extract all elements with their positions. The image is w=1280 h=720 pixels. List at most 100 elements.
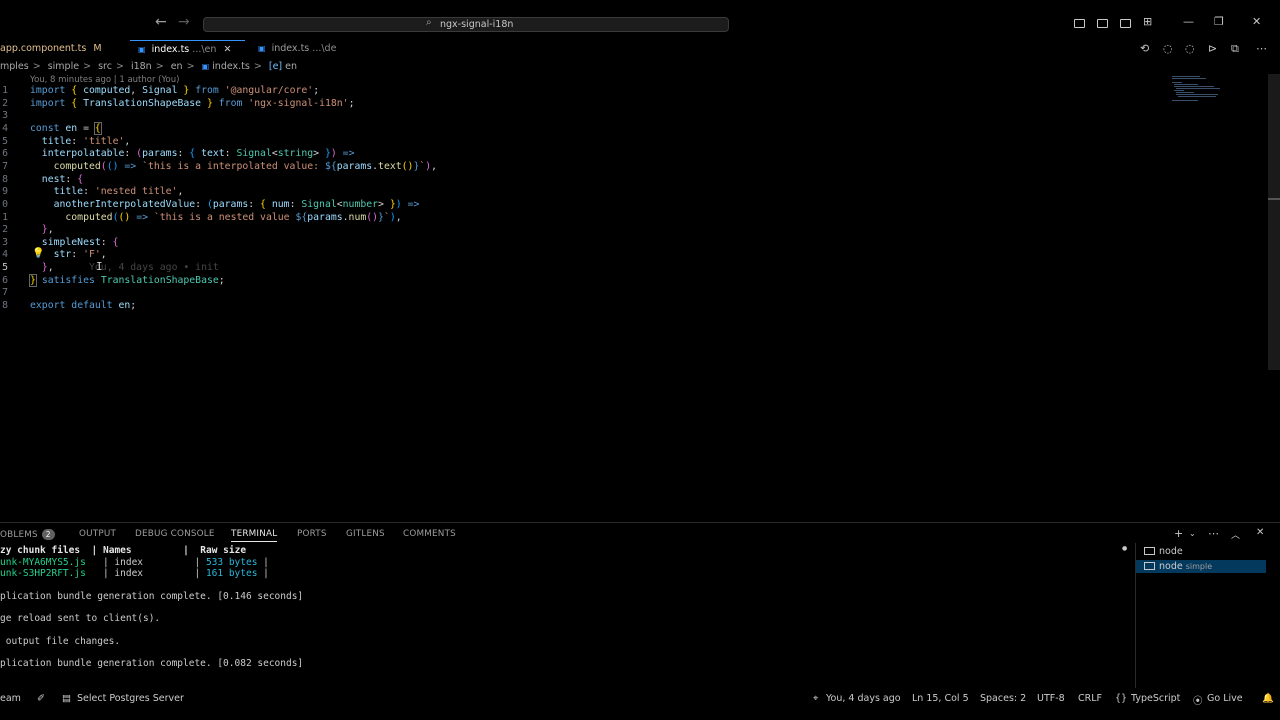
minimize-icon[interactable]: — (1183, 15, 1194, 28)
status-blame[interactable]: You, 4 days ago (826, 693, 901, 704)
tab-path: ...\de (312, 43, 337, 54)
line-number: 0 (2, 198, 8, 210)
terminal-line: ge reload sent to client(s). (0, 613, 161, 624)
terminal-icon (1144, 562, 1155, 570)
breadcrumb-item[interactable]: i18n (131, 61, 152, 72)
tab-debug-console[interactable]: DEBUG CONSOLE (135, 529, 215, 539)
cursor-position[interactable]: Ln 15, Col 5 (912, 693, 969, 704)
line-number: 2 (2, 97, 8, 109)
status-team[interactable]: eam (0, 693, 21, 704)
restore-icon[interactable]: ❐ (1214, 15, 1224, 28)
toggle-panel-icon[interactable] (1097, 19, 1108, 28)
git-blame-icon: ⌖ (813, 693, 819, 704)
terminal-dropdown-icon[interactable]: ⌄ (1189, 529, 1196, 538)
line-number: 8 (2, 173, 8, 185)
editor-tab-bar: app.component.ts M ▣ index.ts ...\en ✕ ▣ i… (0, 40, 1280, 58)
braces-icon: {} (1115, 693, 1128, 704)
compare-icon[interactable]: ⟲ (1140, 42, 1149, 55)
terminal-table-row: unk-MYA6MYS5.js | index | 533 bytes | (0, 556, 269, 568)
more-actions-icon[interactable]: ⋯ (1256, 42, 1267, 55)
select-postgres-server[interactable]: Select Postgres Server (77, 693, 184, 704)
scrollbar-cursor-mark (1268, 198, 1280, 200)
session-sublabel: simple (1185, 562, 1213, 571)
terminal-table-header: zy chunk files | Names | Raw size (0, 545, 247, 556)
next-change-icon[interactable]: ◌ (1185, 42, 1195, 55)
tab-gitlens[interactable]: GITLENS (346, 529, 385, 539)
line-number: 5 (2, 135, 8, 147)
editor-scrollbar[interactable] (1268, 74, 1280, 370)
tab-ports[interactable]: PORTS (297, 529, 327, 539)
terminal-table-row: unk-S3HP2RFT.js | index | 161 bytes | (0, 568, 269, 579)
previous-change-icon[interactable]: ◌ (1163, 42, 1173, 55)
new-terminal-icon[interactable]: + (1174, 527, 1183, 540)
tab-comments[interactable]: COMMENTS (403, 529, 456, 539)
breadcrumb-item[interactable]: src (98, 61, 112, 72)
breadcrumb-item[interactable]: mples (0, 61, 29, 72)
tab-label: index.ts (271, 43, 310, 54)
more-actions-icon[interactable]: ⋯ (1208, 527, 1219, 540)
maximize-panel-icon[interactable]: ︿ (1231, 528, 1240, 541)
command-center-search[interactable]: ⌕ ngx-signal-i18n (203, 17, 729, 32)
inline-blame: You, 4 days ago • init (89, 262, 219, 274)
variable-symbol-icon: [e] (268, 61, 283, 72)
bottom-panel: OBLEMS 2 OUTPUT DEBUG CONSOLE TERMINAL PO… (0, 522, 1280, 690)
breadcrumb: mples > simple > src > i18n > en > ▣ index.ts… (0, 61, 298, 72)
terminal-activity-dot-icon: ● (1122, 545, 1128, 552)
tab-index-de[interactable]: ▣ index.ts ...\de (250, 40, 360, 58)
line-number: 7 (2, 160, 8, 172)
line-ending[interactable]: CRLF (1078, 693, 1102, 704)
code-editor[interactable]: You, 8 minutes ago | 1 author (You) 1 imp… (0, 74, 1170, 514)
back-arrow-icon[interactable]: ← (155, 14, 167, 30)
close-panel-icon[interactable]: ✕ (1256, 527, 1264, 538)
close-window-icon[interactable]: ✕ (1252, 15, 1261, 28)
typescript-file-icon: ▣ (258, 44, 266, 53)
tab-output[interactable]: OUTPUT (79, 529, 116, 539)
typescript-file-icon: ▣ (201, 62, 210, 71)
terminal-session-node-simple[interactable]: node simple (1136, 560, 1266, 573)
problems-count-badge: 2 (41, 529, 55, 540)
close-tab-icon[interactable]: ✕ (223, 44, 231, 55)
terminal-sessions-list: node node simple (1135, 543, 1266, 688)
split-editor-icon[interactable]: ⧉ (1231, 42, 1239, 56)
session-label: node (1159, 561, 1183, 572)
breadcrumb-item[interactable]: simple (48, 61, 79, 72)
forward-arrow-icon[interactable]: → (178, 14, 190, 30)
tab-label: app.component.ts (0, 43, 87, 54)
tab-app-component[interactable]: app.component.ts M (0, 40, 125, 58)
language-mode[interactable]: TypeScript (1131, 693, 1180, 704)
toggle-primary-sidebar-icon[interactable] (1074, 19, 1085, 28)
customize-layout-icon[interactable]: ⊞ (1143, 15, 1152, 28)
line-number: 6 (2, 148, 8, 160)
tab-label: index.ts (151, 44, 190, 55)
breadcrumb-item[interactable]: en (171, 61, 183, 72)
indentation[interactable]: Spaces: 2 (980, 693, 1026, 704)
lightbulb-icon[interactable]: 💡 (32, 248, 44, 259)
title-bar: ← → ⌕ ngx-signal-i18n ⊞ — ❐ ✕ (0, 0, 1280, 40)
terminal-icon (1144, 547, 1155, 555)
line-number: 1 (2, 211, 8, 223)
line-number: 6 (2, 274, 8, 286)
toggle-secondary-sidebar-icon[interactable] (1120, 19, 1131, 28)
line-number: 3 (2, 110, 8, 122)
line-number: 4 (2, 122, 8, 134)
breadcrumb-item[interactable]: index.ts (212, 61, 250, 72)
notifications-icon[interactable]: 🔔 (1262, 693, 1274, 704)
tab-index-en[interactable]: ▣ index.ts ...\en ✕ (130, 40, 245, 58)
terminal-line: output file changes. (0, 635, 121, 647)
minimap[interactable] (1170, 74, 1240, 104)
terminal-line: plication bundle generation complete. [0… (0, 658, 304, 669)
line-number: 4 (2, 249, 8, 261)
rocket-icon[interactable]: ✐ (37, 693, 45, 704)
database-icon: ▤ (62, 693, 71, 704)
terminal-session-node[interactable]: node (1144, 545, 1183, 558)
encoding[interactable]: UTF-8 (1037, 693, 1065, 704)
broadcast-icon: ⦿ (1193, 696, 1203, 707)
tab-terminal[interactable]: TERMINAL (231, 529, 278, 542)
terminal-line: plication bundle generation complete. [0… (0, 590, 304, 602)
line-number: 5 (2, 262, 8, 274)
run-icon[interactable]: ⊳ (1208, 42, 1217, 55)
go-live-button[interactable]: Go Live (1207, 693, 1243, 704)
line-number: 3 (2, 236, 8, 248)
tab-problems[interactable]: OBLEMS 2 (0, 529, 55, 540)
breadcrumb-item[interactable]: en (285, 61, 297, 72)
